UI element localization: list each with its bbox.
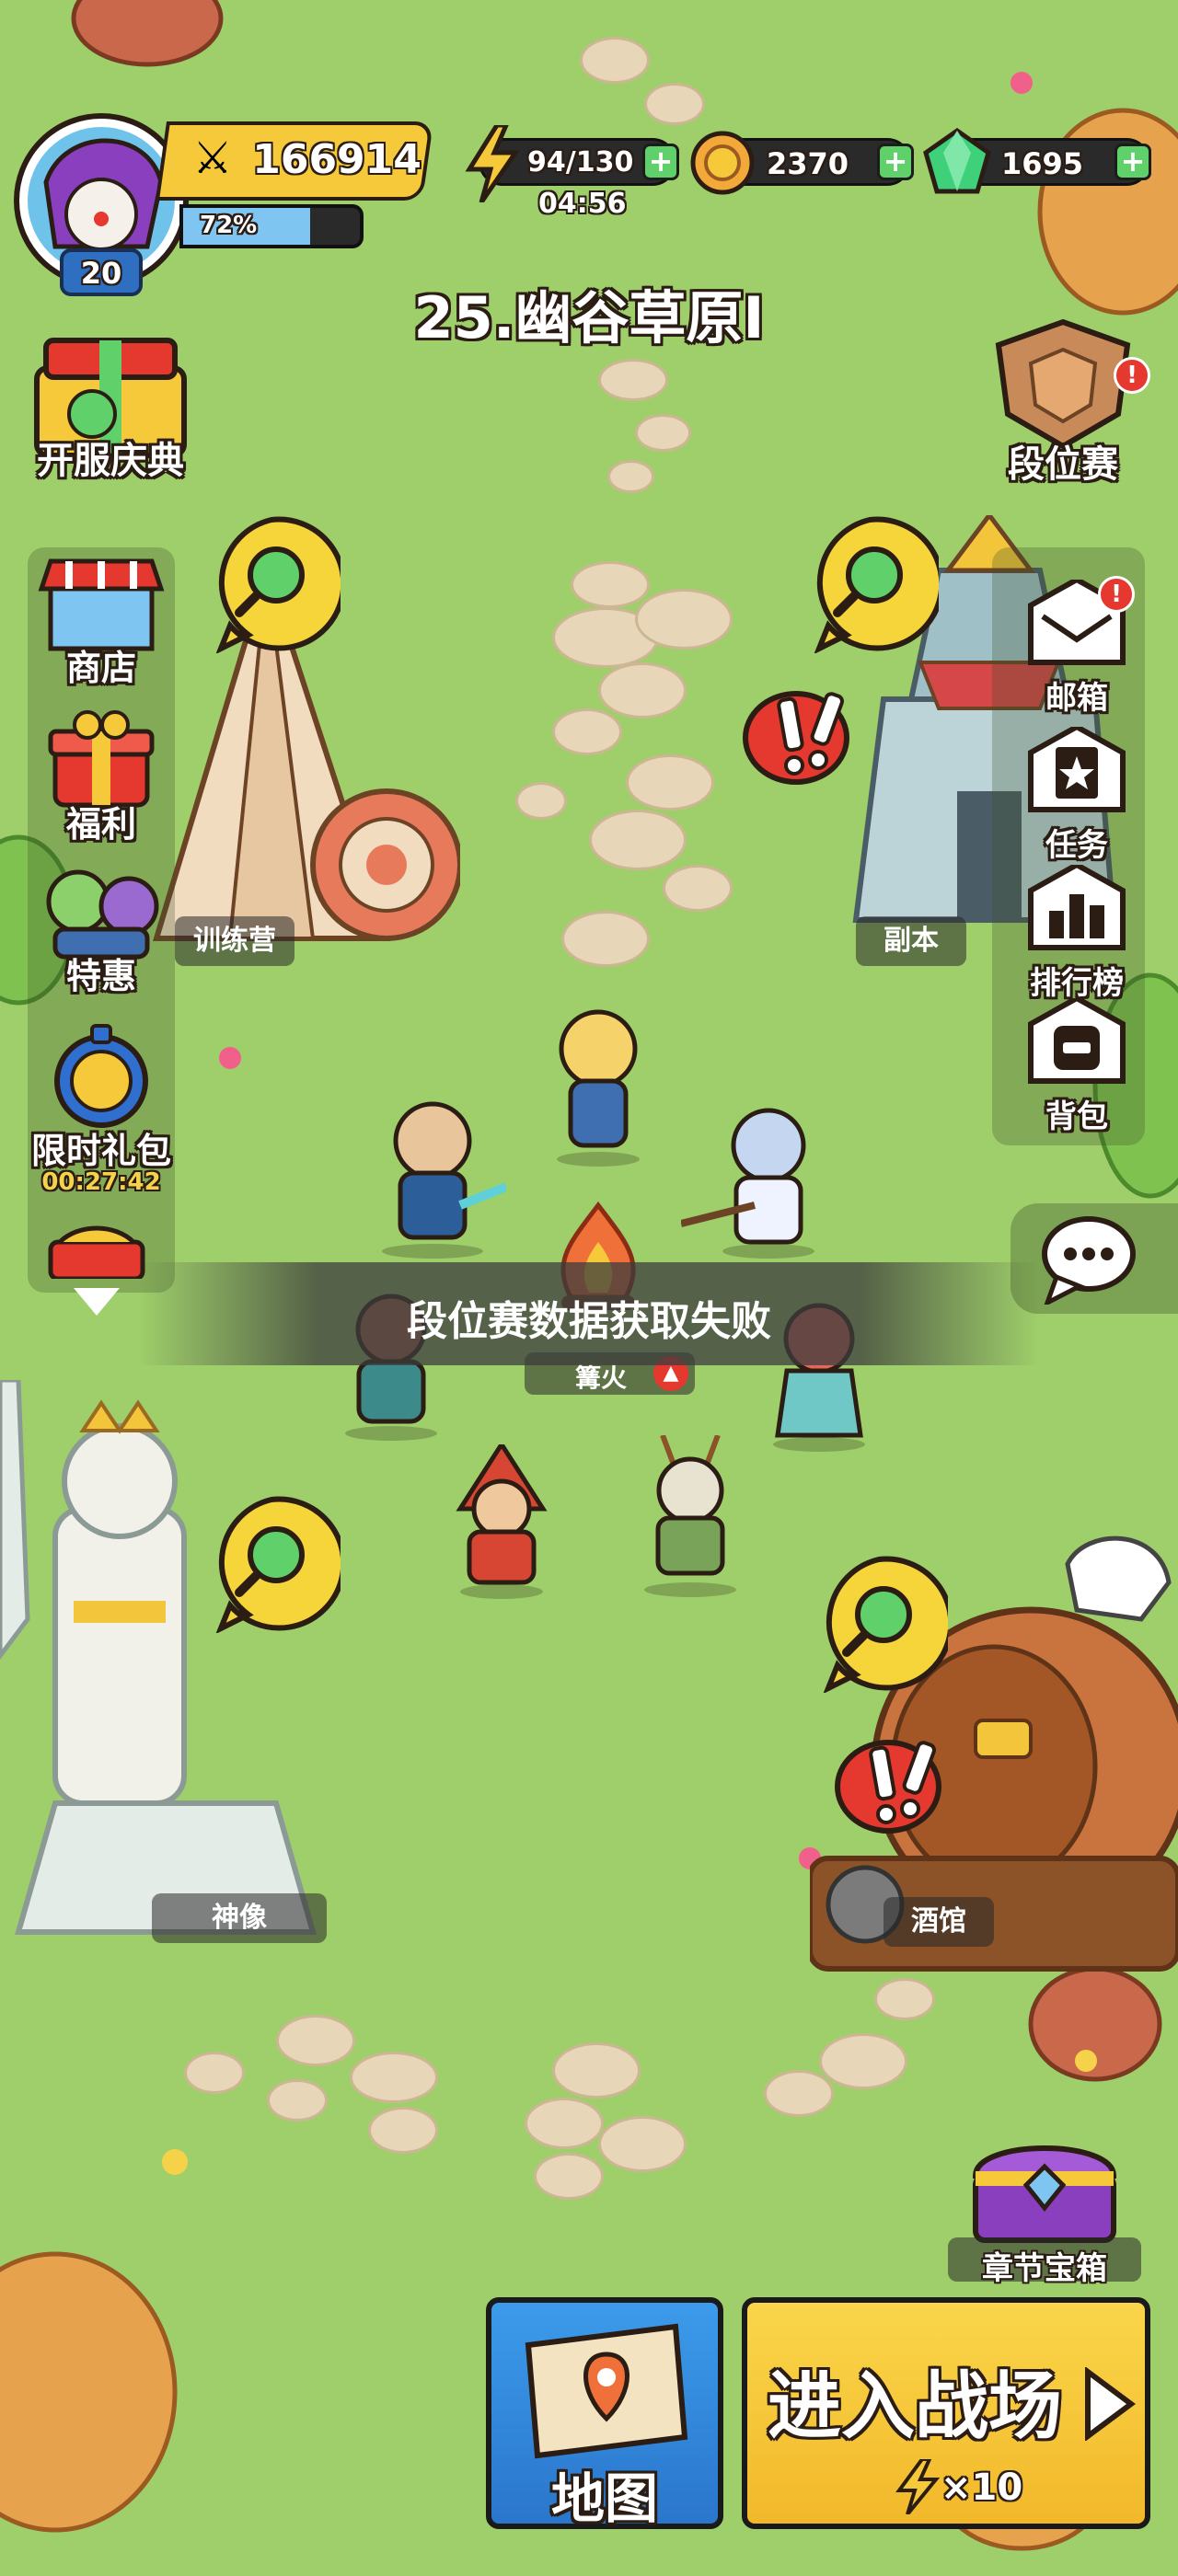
green-gem-icon [923,127,991,194]
ranked-button[interactable]: ! 段位赛 [957,313,1169,497]
energy-value: 94/130 [527,146,634,178]
explore-magnify-icon[interactable] [810,1555,948,1693]
expand-down-icon[interactable] [74,1288,120,1321]
treasure-chest-icon [972,2145,1117,2243]
bag-label: 背包 [1045,1098,1108,1135]
exp-bar: 72% [179,204,364,248]
statue-building[interactable] [0,1380,350,2042]
gem-value: 1695 [1001,146,1084,181]
error-toast: 段位赛数据获取失败 [138,1262,1040,1365]
play-arrow-icon [1085,2367,1136,2441]
special-offer-label: 特惠 [65,956,136,996]
gold-value: 2370 [767,146,849,181]
map-scroll-icon [525,2323,688,2459]
chat-bubble-icon [1042,1216,1136,1305]
dungeon-label[interactable]: 副本 [856,916,966,966]
energy-cost-icon [895,2459,941,2514]
mail-button[interactable]: ! 邮箱 [1026,576,1135,718]
chapter-chest-label: 章节宝箱 [982,2250,1107,2287]
mail-alert-badge: ! [1098,576,1135,613]
chapter-chest-button[interactable]: 章节宝箱 [948,2134,1141,2287]
training-camp-label[interactable]: 训练营 [175,916,294,966]
welfare-label: 福利 [65,804,136,845]
ranked-alert-badge: ! [1114,357,1150,394]
map-button[interactable]: 地图 [486,2297,723,2530]
festival-label: 开服庆典 [37,440,184,482]
game-scene: 训练营 副本 神像 酒馆 篝火 ▲ 段位赛数据获取失败 20 ⚔ 166914 … [0,0,1178,2576]
special-offer-button[interactable]: 特惠 [18,860,184,998]
power-bar: ⚔ 166914 [155,121,434,201]
bag-button[interactable]: 背包 [1026,995,1127,1136]
enter-battle-button[interactable]: 进入战场 ×10 [742,2297,1150,2529]
error-toast-text: 段位赛数据获取失败 [407,1298,771,1345]
tasks-button[interactable]: 任务 [1026,723,1127,865]
gem-add-button[interactable]: + [1114,144,1151,180]
map-label: 地图 [550,2467,658,2530]
limited-pack-label: 限时礼包 [30,1131,171,1171]
explore-magnify-icon[interactable] [202,515,341,653]
leaderboard-bars-icon [1028,861,1126,950]
shop-label: 商店 [65,648,136,688]
heroes-bundle-icon [46,869,159,960]
battle-cost: ×10 [941,2467,1023,2509]
tasks-label: 任务 [1045,827,1108,864]
hero-blonde-swordsman[interactable] [543,1003,653,1168]
statue-label[interactable]: 神像 [152,1893,327,1943]
alert-bubble-icon[interactable] [833,1730,962,1840]
explore-magnify-icon[interactable] [202,1495,341,1633]
gold-add-button[interactable]: + [877,144,914,180]
player-power: 166914 [252,136,422,183]
stopwatch-icon [54,1024,148,1128]
tavern-label[interactable]: 酒馆 [884,1897,994,1947]
hero-red-mage[interactable] [442,1444,561,1601]
chat-button[interactable] [1011,1203,1178,1314]
backpack-icon [1028,995,1126,1084]
leaderboard-button[interactable]: 排行榜 [1012,861,1141,1003]
hero-blue-knight[interactable] [359,1095,506,1260]
ranked-label: 段位赛 [1008,443,1118,486]
alert-bubble-icon[interactable] [741,681,870,791]
more-gift-icon[interactable] [41,1224,152,1279]
energy-timer: 04:56 [538,188,627,220]
mail-label: 邮箱 [1045,680,1108,717]
limited-pack-timer: 00:27:42 [41,1168,161,1196]
gold-coin-icon [690,131,755,195]
hero-elf-spearman[interactable] [681,1104,828,1260]
explore-magnify-icon[interactable] [801,515,939,653]
leaderboard-label: 排行榜 [1030,965,1124,1002]
hero-deer-druid[interactable] [626,1435,755,1601]
gift-icon [48,710,155,808]
power-swords-icon: ⚔ [192,132,233,184]
shop-button[interactable]: 商店 [32,552,170,690]
festival-button[interactable]: 开服庆典 [18,331,202,488]
shop-stall-icon [38,558,165,651]
exp-percent: 72% [200,212,258,239]
limited-pack-button[interactable]: 限时礼包 00:27:42 [14,1021,189,1205]
tasks-star-icon [1028,723,1126,812]
energy-add-button[interactable]: + [642,144,679,180]
enter-battle-label: 进入战场 [768,2363,1062,2449]
welfare-button[interactable]: 福利 [32,708,170,846]
energy-bolt-icon [465,125,520,202]
